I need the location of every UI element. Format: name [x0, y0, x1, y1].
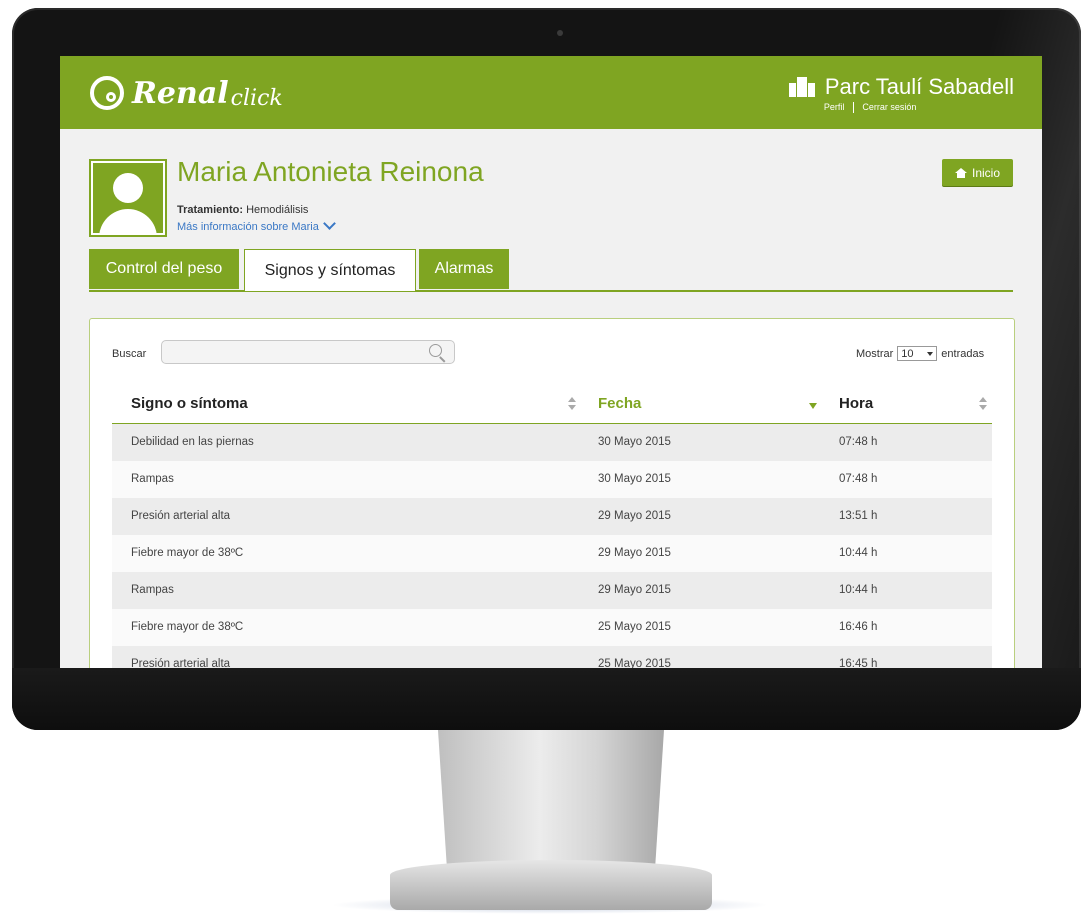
table-row[interactable]: Presión arterial alta 29 Mayo 2015 13:51… — [112, 498, 992, 535]
table-row[interactable]: Rampas 30 Mayo 2015 07:48 h — [112, 461, 992, 498]
camera-dot — [557, 30, 563, 36]
symptoms-panel: Buscar Mostrar 10 entradas Signo o sínto… — [89, 318, 1015, 668]
cell-sign: Debilidad en las piernas — [131, 436, 254, 448]
tab-label: Signos y síntomas — [264, 261, 396, 279]
cell-time: 10:44 h — [839, 584, 878, 596]
table-header: Signo o síntoma Fecha Hora — [112, 381, 992, 424]
column-header-time[interactable]: Hora — [839, 395, 873, 412]
table-body: Debilidad en las piernas 30 Mayo 2015 07… — [112, 424, 992, 668]
page-length-select[interactable]: 10 — [897, 346, 938, 361]
chevron-down-icon — [322, 217, 336, 230]
cell-date: 29 Mayo 2015 — [598, 510, 671, 522]
search-icon[interactable] — [429, 344, 442, 357]
cell-sign: Presión arterial alta — [131, 510, 231, 522]
table-row[interactable]: Debilidad en las piernas 30 Mayo 2015 07… — [112, 424, 992, 461]
cell-date: 30 Mayo 2015 — [598, 436, 671, 448]
logout-link[interactable]: Cerrar sesión — [862, 102, 916, 112]
more-info-link[interactable]: Más información sobre Maria — [177, 217, 336, 233]
link-separator — [852, 102, 854, 114]
cell-sign: Rampas — [131, 473, 174, 485]
home-button-label: Inicio — [971, 165, 1000, 180]
page-length-control: Mostrar 10 entradas — [856, 346, 984, 361]
home-icon — [954, 167, 967, 178]
cell-sign: Fiebre mayor de 38ºC — [131, 547, 244, 559]
cell-time: 07:48 h — [839, 436, 878, 448]
tab-label: Alarmas — [434, 260, 494, 277]
treatment-label: Tratamiento: — [177, 204, 244, 216]
treatment-value: Hemodiálisis — [246, 204, 309, 216]
logo-mark-icon — [90, 76, 124, 110]
cell-time: 13:51 h — [839, 510, 878, 522]
cell-time: 16:45 h — [839, 658, 878, 668]
screen: Renal click Parc Taulí Sabadell Perfil C… — [60, 56, 1042, 668]
monitor-base — [390, 860, 712, 910]
entries-label: entradas — [941, 347, 985, 360]
renalclick-logo[interactable]: Renal click — [90, 70, 283, 116]
profile-link[interactable]: Perfil — [824, 102, 845, 112]
tab-control-del-peso[interactable]: Control del peso — [89, 249, 239, 289]
table-row[interactable]: Rampas 29 Mayo 2015 10:44 h — [112, 572, 992, 609]
show-label: Mostrar — [856, 347, 894, 360]
cell-date: 25 Mayo 2015 — [598, 621, 671, 633]
monitor-chin — [12, 668, 1081, 730]
cell-date: 29 Mayo 2015 — [598, 584, 671, 596]
logo-text: Renal — [132, 75, 229, 111]
cell-sign: Presión arterial alta — [131, 658, 231, 668]
sort-both-icon[interactable] — [568, 397, 576, 411]
column-header-date[interactable]: Fecha — [598, 395, 641, 412]
cell-time: 07:48 h — [839, 473, 878, 485]
table-row[interactable]: Fiebre mayor de 38ºC 29 Mayo 2015 10:44 … — [112, 535, 992, 572]
cell-sign: Rampas — [131, 584, 174, 596]
monitor-stand — [438, 730, 664, 870]
search-label: Buscar — [112, 348, 147, 360]
table-row[interactable]: Presión arterial alta 25 Mayo 2015 16:45… — [112, 646, 992, 668]
tab-bar: Control del peso Signos y síntomas Alarm… — [89, 249, 1013, 292]
cell-time: 10:44 h — [839, 547, 878, 559]
column-header-sign[interactable]: Signo o síntoma — [131, 395, 248, 412]
tab-alarmas[interactable]: Alarmas — [419, 249, 509, 289]
cell-time: 16:46 h — [839, 621, 878, 633]
table-row[interactable]: Fiebre mayor de 38ºC 25 Mayo 2015 16:46 … — [112, 609, 992, 646]
tab-label: Control del peso — [105, 260, 223, 277]
sort-both-icon[interactable] — [979, 397, 987, 411]
caret-down-icon — [927, 351, 934, 356]
logo-subtext: click — [230, 85, 283, 111]
cell-sign: Fiebre mayor de 38ºC — [131, 621, 244, 633]
hospital-building-icon — [788, 77, 815, 97]
search-input[interactable] — [161, 340, 455, 364]
treatment-line: Tratamiento: Hemodiálisis — [177, 204, 308, 216]
app-header: Renal click Parc Taulí Sabadell Perfil C… — [60, 56, 1042, 129]
sort-desc-icon[interactable] — [809, 403, 817, 409]
patient-avatar — [89, 159, 167, 237]
more-info-label: Más información sobre Maria — [177, 221, 319, 233]
tab-signos-y-sintomas[interactable]: Signos y síntomas — [244, 249, 416, 291]
cell-date: 29 Mayo 2015 — [598, 547, 671, 559]
cell-date: 30 Mayo 2015 — [598, 473, 671, 485]
hospital-block: Parc Taulí Sabadell Perfil Cerrar sesión — [788, 74, 1014, 114]
cell-date: 25 Mayo 2015 — [598, 658, 671, 668]
patient-name: Maria Antonieta Reinona — [177, 156, 484, 187]
page-length-value: 10 — [901, 347, 914, 360]
hospital-name: Parc Taulí Sabadell — [824, 74, 1014, 99]
home-button[interactable]: Inicio — [942, 159, 1013, 186]
